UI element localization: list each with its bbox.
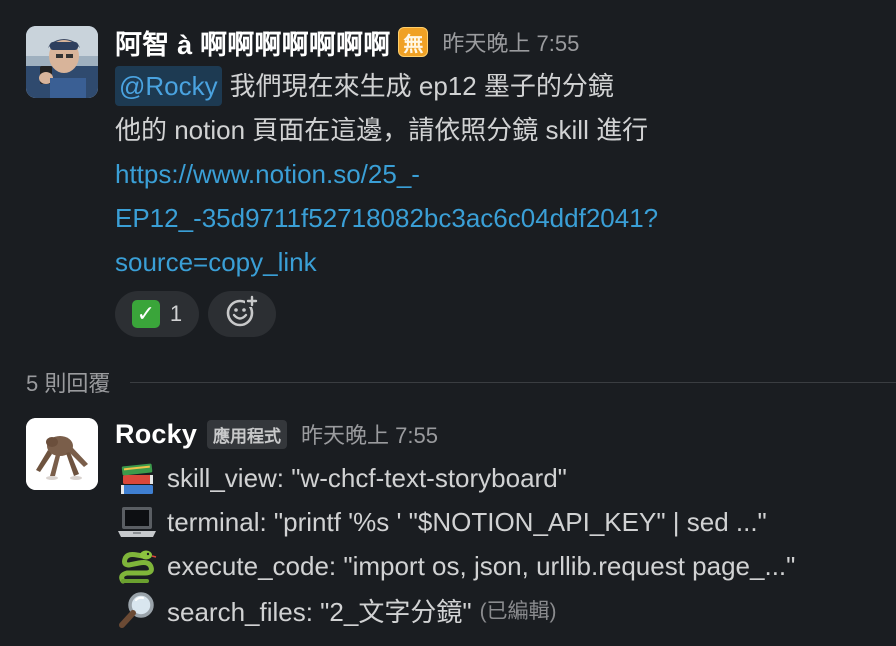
message-line: @Rocky 我們現在來生成 ep12 墨子的分鏡: [115, 64, 614, 108]
tool-call-line: search_files: "2_文字分鏡" (已編輯): [115, 588, 557, 632]
tool-call-text: terminal: "printf '%s ' "$NOTION_API_KEY…: [167, 506, 767, 537]
snake-icon: [115, 546, 159, 586]
magnifying-glass-icon: [115, 590, 159, 630]
notion-link[interactable]: https://www.notion.so/25_-: [115, 152, 420, 196]
notion-link[interactable]: EP12_-35d9711f52718082bc3ac6c04ddf2041?: [115, 196, 658, 240]
message-line: 他的 notion 頁面在這邊，請依照分鏡 skill 進行: [115, 115, 649, 145]
reaction-count: 1: [169, 301, 183, 326]
tool-call-line: execute_code: "import os, json, urllib.r…: [115, 544, 795, 588]
thread-view: 阿智 à 啊啊啊啊啊啊啊 無 昨天晚上 7:55 @Rocky 我們現在來生成 e…: [0, 0, 896, 646]
books-icon: [115, 458, 159, 498]
message-header: 阿智 à 啊啊啊啊啊啊啊 無 昨天晚上 7:55: [115, 24, 579, 60]
notion-link[interactable]: source=copy_link: [115, 240, 317, 284]
tool-call-line: terminal: "printf '%s ' "$NOTION_API_KEY…: [115, 500, 767, 544]
add-reaction-button[interactable]: [208, 291, 276, 337]
sender-name[interactable]: 阿智 à 啊啊啊啊啊啊啊: [115, 23, 390, 62]
message-header: Rocky 應用程式 昨天晚上 7:55: [115, 416, 438, 452]
edited-label: (已編輯): [479, 600, 557, 623]
replies-divider: 5 則回覆: [26, 366, 896, 398]
reaction-pill[interactable]: ✓ 1: [115, 291, 199, 337]
message-text: 我們現在來生成 ep12 墨子的分鏡: [229, 71, 614, 101]
tool-call-line: skill_view: "w-chcf-text-storyboard": [115, 456, 567, 500]
user-mention[interactable]: @Rocky: [115, 66, 222, 106]
tool-call-text: search_files: "2_文字分鏡": [167, 596, 472, 627]
white-check-mark-icon: ✓: [131, 300, 160, 328]
user-avatar[interactable]: [26, 26, 98, 98]
sender-name[interactable]: Rocky: [115, 419, 197, 450]
message-timestamp[interactable]: 昨天晚上 7:55: [301, 418, 438, 450]
bot-avatar[interactable]: [26, 418, 98, 490]
message-timestamp[interactable]: 昨天晚上 7:55: [442, 26, 579, 58]
divider-line: [130, 381, 896, 383]
reply-count[interactable]: 5 則回覆: [26, 366, 110, 398]
app-badge: 應用程式: [207, 419, 288, 449]
status-emoji-icon[interactable]: 無: [398, 27, 429, 57]
add-reaction-icon: [225, 294, 259, 334]
laptop-icon: [115, 502, 159, 542]
tool-call-text: skill_view: "w-chcf-text-storyboard": [167, 462, 567, 493]
tool-call-text: execute_code: "import os, json, urllib.r…: [167, 550, 796, 581]
